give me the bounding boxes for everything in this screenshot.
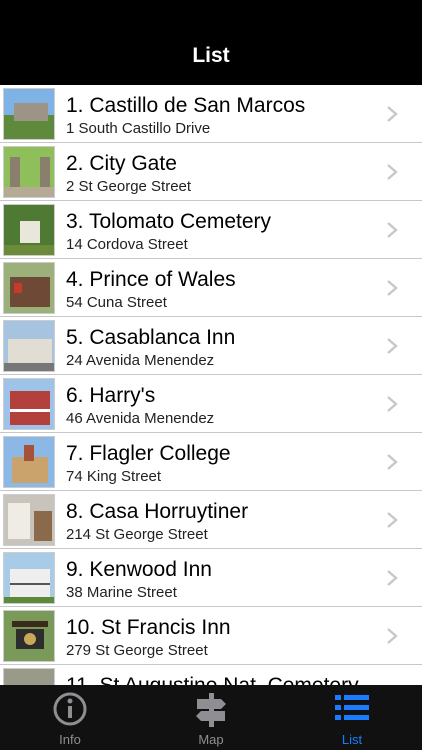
thumbnail-image <box>3 668 55 685</box>
item-address: 38 Marine Street <box>66 584 177 601</box>
thumbnail-image <box>3 146 55 198</box>
item-title: 8. Casa Horruytiner <box>66 500 249 523</box>
item-address: 74 King Street <box>66 468 162 485</box>
item-address: 24 Avenida Menendez <box>66 352 215 369</box>
places-list[interactable]: 1. Castillo de San Marcos 1 South Castil… <box>0 85 422 685</box>
list-item[interactable]: 2. City Gate 2 St George Street <box>0 143 422 201</box>
item-title: 5. Casablanca Inn <box>66 326 236 349</box>
item-address: 214 St George Street <box>66 526 208 543</box>
thumbnail-image <box>3 262 55 314</box>
list-item[interactable]: 6. Harry's 46 Avenida Menendez <box>0 375 422 433</box>
list-item[interactable]: 3. Tolomato Cemetery 14 Cordova Street <box>0 201 422 259</box>
item-title: 11. St Augustine Nat. Cemetery <box>66 674 359 685</box>
list-icon <box>335 695 369 720</box>
chevron-right-icon <box>387 396 398 412</box>
chevron-right-icon <box>387 280 398 296</box>
item-title: 3. Tolomato Cemetery <box>66 210 272 233</box>
thumbnail-image <box>3 378 55 430</box>
list-item[interactable]: 4. Prince of Wales 54 Cuna Street <box>0 259 422 317</box>
chevron-right-icon <box>387 454 398 470</box>
item-title: 4. Prince of Wales <box>66 268 236 291</box>
thumbnail-image <box>3 204 55 256</box>
tab-info[interactable]: Info <box>0 685 140 750</box>
list-item[interactable]: 11. St Augustine Nat. Cemetery <box>0 665 422 685</box>
chevron-right-icon <box>387 338 398 354</box>
thumbnail-image <box>3 88 55 140</box>
item-address: 2 St George Street <box>66 178 192 195</box>
item-title: 2. City Gate <box>66 152 177 175</box>
list-item[interactable]: 7. Flagler College 74 King Street <box>0 433 422 491</box>
chevron-right-icon <box>387 628 398 644</box>
navigation-bar: List <box>0 0 422 85</box>
thumbnail-image <box>3 610 55 662</box>
thumbnail-image <box>3 494 55 546</box>
chevron-right-icon <box>387 512 398 528</box>
item-title: 1. Castillo de San Marcos <box>66 94 306 117</box>
tab-label: List <box>341 732 363 747</box>
item-address: 46 Avenida Menendez <box>66 410 215 427</box>
chevron-right-icon <box>387 106 398 122</box>
item-address: 54 Cuna Street <box>66 294 167 311</box>
chevron-right-icon <box>387 164 398 180</box>
item-address: 14 Cordova Street <box>66 236 188 253</box>
page-title: List <box>192 44 230 67</box>
thumbnail-image <box>3 436 55 488</box>
tab-map[interactable]: Map <box>141 685 281 750</box>
info-icon <box>53 692 87 726</box>
list-item[interactable]: 10. St Francis Inn 279 St George Street <box>0 607 422 665</box>
item-title: 9. Kenwood Inn <box>66 558 212 581</box>
item-title: 7. Flagler College <box>66 442 231 465</box>
signpost-icon <box>196 693 226 727</box>
list-item[interactable]: 8. Casa Horruytiner 214 St George Street <box>0 491 422 549</box>
tab-list[interactable]: List <box>282 685 422 750</box>
tab-label: Map <box>198 732 224 747</box>
chevron-right-icon <box>387 570 398 586</box>
thumbnail-image <box>3 552 55 604</box>
chevron-right-icon <box>387 222 398 238</box>
list-item[interactable]: 5. Casablanca Inn 24 Avenida Menendez <box>0 317 422 375</box>
item-title: 6. Harry's <box>66 384 156 407</box>
item-address: 1 South Castillo Drive <box>66 120 211 137</box>
thumbnail-image <box>3 320 55 372</box>
item-address: 279 St George Street <box>66 642 208 659</box>
list-item[interactable]: 9. Kenwood Inn 38 Marine Street <box>0 549 422 607</box>
tab-label: Info <box>59 732 81 747</box>
tab-bar: Info Map List <box>0 685 422 750</box>
item-title: 10. St Francis Inn <box>66 616 231 639</box>
list-item[interactable]: 1. Castillo de San Marcos 1 South Castil… <box>0 85 422 143</box>
